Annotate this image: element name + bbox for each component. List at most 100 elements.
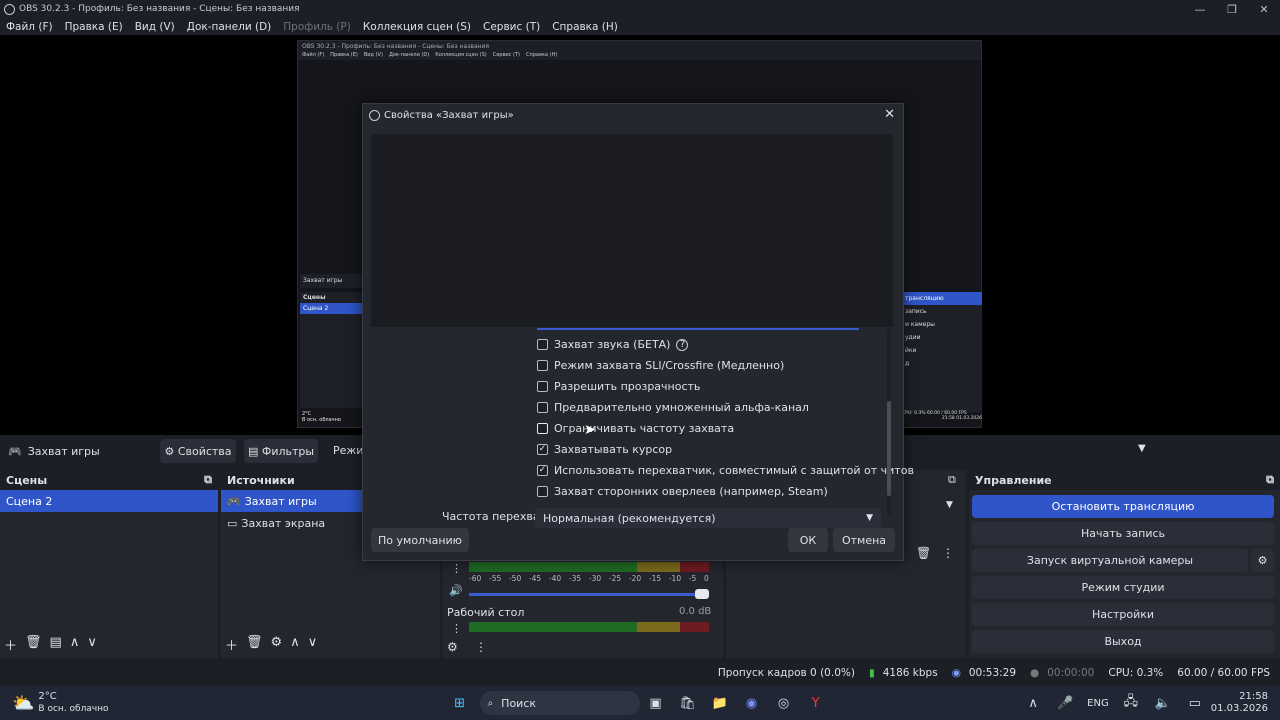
properties-button[interactable]: ⚙ Свойства [160,439,236,463]
scrollbar-thumb[interactable] [887,401,891,496]
menu-view[interactable]: Вид (V) [129,21,181,33]
undock-icon[interactable]: ⧉ [204,473,212,487]
limit-capture-rate-checkbox[interactable]: Ограничивать частоту захвата [537,422,734,435]
signal-icon: ▮ [868,667,875,679]
scenes-toolbar: ＋ 🗑 ▤ ∧ ∨ [4,635,97,654]
dialog-title: Свойства «Захват игры» [384,109,514,121]
menu-edit[interactable]: Правка (E) [59,21,129,33]
microphone-icon[interactable]: 🎤 [1054,692,1076,714]
nested-status: CPU: 0.3% 60.00 / 60.00 FPS 21:58 01.03.… [902,411,982,421]
kebab-menu-icon[interactable]: ⋮ [942,546,954,560]
kebab-menu-icon[interactable]: ⋮ [475,640,487,654]
hook-rate-select[interactable]: Нормальная (рекомендуется) ▼ [535,508,881,528]
sli-crossfire-checkbox[interactable]: Режим захвата SLI/Crossfire (Медленно) [537,359,784,372]
status-bar: Пропуск кадров 0 (0.0%) ▮ 4186 kbps ◉ 00:5… [0,660,1280,686]
chevron-up-icon[interactable]: ∧ [70,635,80,654]
speaker-icon[interactable]: 🔊 [449,584,463,597]
undock-icon[interactable]: ⧉ [1266,473,1274,487]
capture-audio-checkbox[interactable]: Захват звука (БЕТА)? [537,338,689,351]
third-party-overlays-checkbox[interactable]: Захват сторонних оверлеев (например, Ste… [537,485,828,498]
obs-logo-icon [4,3,15,15]
explorer-icon[interactable]: 📁 [709,692,731,714]
window-title-bar: OBS 30.2.3 - Профиль: Без названия - Сце… [0,0,1280,18]
nested-weather: 2°C В осн. облачно [302,411,341,423]
audio-meter [469,622,709,632]
start-virtual-camera-button[interactable]: Запуск виртуальной камеры [972,549,1248,572]
record-time: 00:00:00 [1047,667,1095,679]
stream-icon: ◉ [951,667,961,679]
mouse-cursor-icon: ➤ [584,422,596,438]
undock-icon[interactable]: ⧉ [948,473,956,487]
discord-icon[interactable]: ◉ [741,692,763,714]
filter-icon[interactable]: ▤ [50,635,62,654]
settings-button[interactable]: Настройки [972,603,1274,626]
trash-icon[interactable]: 🗑 [246,635,263,654]
weather-widget[interactable]: 2°C В осн. облачно [38,691,108,715]
exit-button[interactable]: Выход [972,630,1274,653]
taskbar-clock[interactable]: 21:58 01.03.2026 [1211,691,1268,715]
anticheat-hook-checkbox[interactable]: ✓ Использовать перехватчик, совместимый с… [537,464,914,477]
virtual-camera-settings-icon[interactable]: ⚙ [1251,549,1274,572]
network-icon[interactable]: 🖧 [1120,692,1142,714]
chevron-up-icon[interactable]: ∧ [290,635,300,654]
start-recording-button[interactable]: Начать запись [972,522,1274,545]
cancel-button[interactable]: Отмена [833,528,895,552]
fps: 60.00 / 60.00 FPS [1177,667,1270,679]
track-db: 0.0 dB [679,606,712,617]
chevron-down-icon[interactable]: ∨ [308,635,318,654]
close-icon[interactable]: ✕ [884,107,895,122]
gamepad-icon: 🎮 [8,444,22,458]
gear-icon[interactable]: ⚙ [271,635,283,654]
chevron-down-icon: ▼ [866,513,873,523]
add-icon[interactable]: ＋ [4,635,17,654]
trash-icon[interactable]: 🗑 [916,546,931,560]
volume-icon[interactable]: 🔈 [1152,692,1174,714]
menu-file[interactable]: Файл (F) [0,21,59,33]
menu-tools[interactable]: Сервис (T) [477,21,546,33]
menu-help[interactable]: Справка (H) [546,21,624,33]
store-icon[interactable]: 🛍 [677,692,699,714]
menu-docks[interactable]: Док-панели (D) [181,21,278,33]
minimize-icon[interactable]: — [1184,3,1216,16]
controls-dock: Управление ⧉ Остановить трансляцию Начать… [969,470,1280,658]
weather-icon[interactable]: ⛅ [12,693,34,714]
studio-mode-button[interactable]: Режим студии [972,576,1274,599]
trash-icon[interactable]: 🗑 [25,635,42,654]
stop-streaming-button[interactable]: Остановить трансляцию [972,495,1274,518]
maximize-icon[interactable]: ❐ [1216,3,1248,16]
chevron-down-icon[interactable]: ▼ [946,500,953,510]
record-icon: ● [1030,667,1040,679]
obs-taskbar-icon[interactable]: ◎ [773,692,795,714]
gear-icon[interactable]: ⚙ [447,640,458,654]
scroll-indicator [537,328,859,330]
premultiplied-alpha-checkbox[interactable]: Предварительно умноженный альфа-канал [537,401,809,414]
gear-icon: ⚙ [164,444,175,458]
tray-chevron-up-icon[interactable]: ∧ [1022,692,1044,714]
allow-transparency-checkbox[interactable]: Разрешить прозрачность [537,380,700,393]
mode-dropdown-chevron-icon[interactable]: ▼ [1138,443,1146,454]
taskbar-search[interactable]: ⌕ Поиск [479,691,640,715]
kebab-menu-icon[interactable]: ⋮ [451,622,462,635]
menu-scene-collection[interactable]: Коллекция сцен (S) [357,21,477,33]
dialog-title-bar: Свойства «Захват игры» ✕ [363,104,903,126]
keyboard-language[interactable]: ENG [1087,698,1109,709]
kebab-menu-icon[interactable]: ⋮ [451,562,462,575]
volume-slider[interactable] [469,593,709,596]
dialog-scrollbar[interactable] [887,329,891,514]
task-view-icon[interactable]: ▣ [645,692,667,714]
chevron-down-icon[interactable]: ∨ [87,635,97,654]
windows-start-icon[interactable]: ⊞ [449,692,471,714]
help-icon[interactable]: ? [676,338,689,351]
scene-item[interactable]: Сцена 2 [0,490,218,512]
capture-cursor-checkbox[interactable]: ✓ Захватывать курсор [537,443,672,456]
close-window-icon[interactable]: ✕ [1248,3,1280,16]
battery-icon[interactable]: ▭ [1184,692,1206,714]
add-icon[interactable]: ＋ [225,635,238,654]
defaults-button[interactable]: По умолчанию [371,528,469,552]
scenes-header: Сцены ⧉ [0,470,218,490]
ok-button[interactable]: ОК [788,528,828,552]
volume-slider-handle[interactable] [695,589,709,599]
nested-controls: трансляцию запись и камеры удии йки д [902,292,982,412]
filters-button[interactable]: ▤ Фильтры [244,439,318,463]
yandex-browser-icon[interactable]: Y [805,692,827,714]
